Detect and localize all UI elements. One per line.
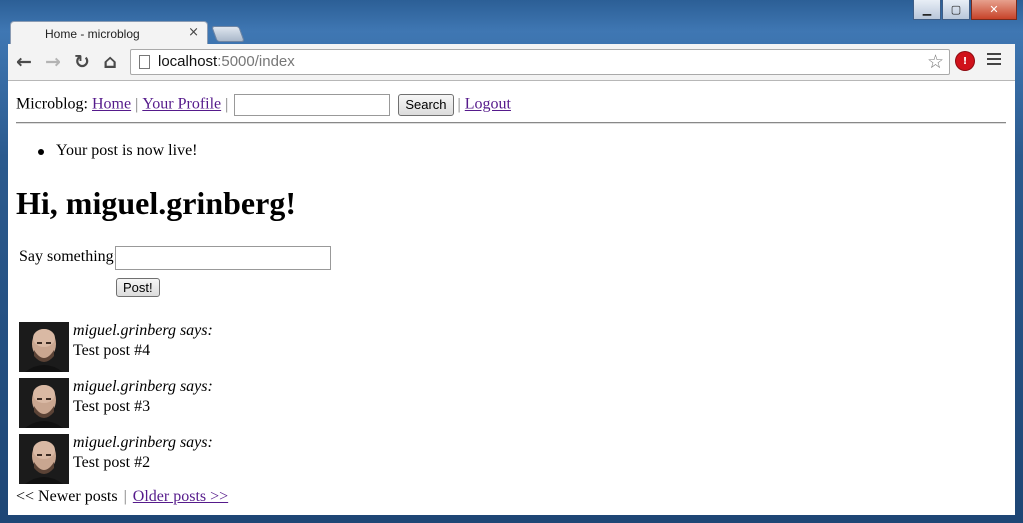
flash-message: Your post is now live! [38,142,198,159]
newer-posts-label: << Newer posts [16,488,118,505]
browser-window: ▁ ▢ ✕ Home - microblog × ← → ↻ ⌂ localho… [0,0,1023,523]
post-body: Test post #2 [73,454,151,471]
url-text: localhost:5000/index [158,53,295,70]
avatar [19,378,69,428]
page-viewport: Microblog: Home | Your Profile | Search | Log… [8,81,1015,515]
back-icon[interactable]: ← [12,50,36,74]
post-author: miguel.grinberg says: [73,378,213,396]
url-host: localhost [158,53,218,70]
pagination-separator: | [123,488,127,505]
post-body: Test post #3 [73,398,151,415]
nav-separator: | [225,95,229,113]
tab-strip: Home - microblog × [8,18,1008,46]
avatar-image [19,322,69,372]
author-name: miguel.grinberg [73,378,176,395]
tab-title: Home - microblog [45,27,140,41]
page-icon [139,55,150,69]
new-tab-button[interactable] [211,26,245,42]
nav-logout-link[interactable]: Logout [465,96,511,113]
browser-toolbar: ← → ↻ ⌂ localhost:5000/index ☆ ! [8,44,1015,81]
avatar-image [19,434,69,484]
post-author: miguel.grinberg says: [73,322,213,340]
says-label: says: [175,322,213,339]
nav-separator: | [135,95,139,113]
extension-icon[interactable]: ! [956,52,974,70]
avatar-image [19,378,69,428]
brand-label: Microblog: [16,95,88,113]
tab-close-icon[interactable]: × [188,25,199,40]
page-title: Hi, miguel.grinberg! [16,185,296,221]
nav-profile-link[interactable]: Your Profile [142,96,221,113]
close-window-button[interactable]: ✕ [971,0,1017,20]
post-label: Say something: [19,248,119,265]
post-author: miguel.grinberg says: [73,434,213,452]
author-name: miguel.grinberg [73,434,176,451]
forward-icon[interactable]: → [41,50,65,74]
older-posts-link[interactable]: Older posts >> [133,488,228,505]
home-icon[interactable]: ⌂ [98,50,122,74]
pagination: << Newer posts | Older posts >> [16,488,228,506]
bookmark-star-icon[interactable]: ☆ [927,51,944,73]
url-path: :5000/index [217,53,295,70]
divider [16,122,1006,124]
nav-home-link[interactable]: Home [92,96,131,113]
search-input[interactable] [234,94,391,116]
post-body: Test post #4 [73,342,151,359]
reload-icon[interactable]: ↻ [70,50,94,74]
menu-icon[interactable] [987,53,1001,68]
tab-home[interactable]: Home - microblog × [10,21,208,46]
post-input[interactable] [115,246,331,270]
avatar [19,322,69,372]
author-name: miguel.grinberg [73,322,176,339]
top-nav: Microblog: Home | Your Profile | Search | Log… [16,94,511,116]
says-label: says: [175,434,213,451]
says-label: says: [175,378,213,395]
post-button[interactable]: Post! [116,278,160,297]
address-bar[interactable]: localhost:5000/index ☆ [130,49,950,75]
search-button[interactable]: Search [398,94,454,116]
nav-separator: | [457,95,461,113]
minimize-button[interactable]: ▁ [913,0,941,20]
avatar [19,434,69,484]
maximize-button[interactable]: ▢ [942,0,970,20]
